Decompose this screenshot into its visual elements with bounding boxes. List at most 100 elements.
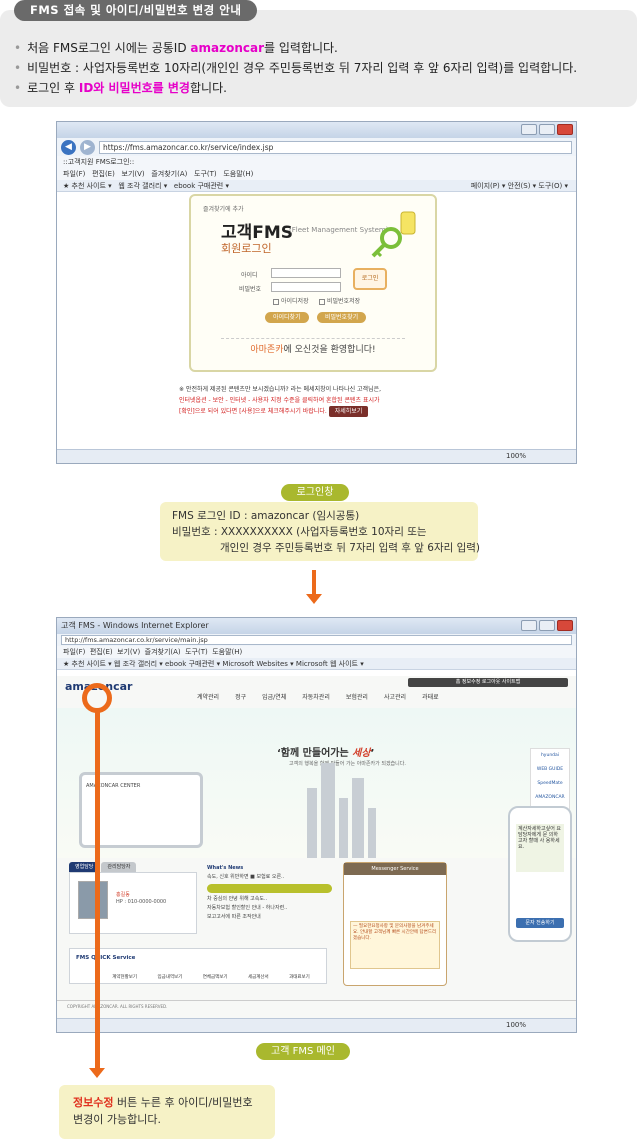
fav-item[interactable]: Microsoft Websites xyxy=(222,660,288,668)
url-field[interactable]: http://fms.amazoncar.co.kr/service/main.… xyxy=(61,635,572,645)
save-id-checkbox[interactable]: 아이디저장 xyxy=(273,296,309,305)
nav-item[interactable]: 정구 xyxy=(235,692,246,701)
window-titlebar xyxy=(57,122,576,138)
quick-contract-button[interactable]: 계약현황보기 xyxy=(112,974,137,980)
detail-button[interactable]: 자세히보기 xyxy=(328,406,369,417)
quick-penalty-button[interactable]: 과태료보기 xyxy=(289,974,310,980)
menu-edit[interactable]: 편집(E) xyxy=(92,170,115,178)
city-building xyxy=(368,808,376,858)
forward-icon[interactable]: ▶ xyxy=(80,139,95,155)
save-pw-checkbox[interactable]: 비밀번호저장 xyxy=(319,296,360,305)
nav-item[interactable]: 자동차관리 xyxy=(302,692,330,701)
toolbar-right[interactable]: 페이지(P) ▾ 안전(S) ▾ 도구(O) ▾ xyxy=(471,180,568,191)
quick-deposit-button[interactable]: 입금내역보기 xyxy=(157,974,182,980)
menu-edit[interactable]: 편집(E) xyxy=(90,648,113,656)
minimize-icon[interactable] xyxy=(521,124,537,135)
nav-item[interactable]: 입금/연체 xyxy=(262,692,286,701)
nav-item[interactable]: 계약관리 xyxy=(197,692,219,701)
avatar xyxy=(78,881,108,919)
menu-bar: 파일(F) 편집(E) 보기(V) 즐겨찾기(A) 도구(T) 도움말(H) xyxy=(57,168,576,180)
send-sms-button[interactable]: 문자 전송하기 xyxy=(516,918,564,928)
bullet-list: 처음 FMS로그인 시에는 공통ID amazoncar를 입력합니다. 비밀번… xyxy=(14,38,577,98)
messenger-panel: Messenger Service — 필요한요청사항 및 문의사항을 남겨주세… xyxy=(343,862,447,986)
callout-arrow-head xyxy=(89,1068,105,1078)
url-field[interactable]: https://fms.amazoncar.co.kr/service/inde… xyxy=(99,140,572,154)
partner-logo[interactable]: SpeedMate xyxy=(531,777,569,791)
star-icon[interactable]: ★ xyxy=(63,660,69,668)
minimize-icon[interactable] xyxy=(521,620,537,631)
login-card: 즐겨찾기에 추가 고객FMS (Fleet Management System)… xyxy=(189,194,437,372)
quick-overdue-button[interactable]: 연체금액보기 xyxy=(203,974,228,980)
partner-logo[interactable]: hyundai xyxy=(531,749,569,763)
nav-item[interactable]: 사고관리 xyxy=(384,692,406,701)
favorites-bar: ★ 추천 사이트 ▾ 웹 조각 갤러리 ▾ ebook 구매관련 ▾ 페이지(P… xyxy=(57,180,576,192)
news-headline[interactable]: 속도, 신호 위반하면 ■ 보험료 오른.. xyxy=(207,873,332,882)
welcome-text: 아마존카에 오신것을 환영합니다! xyxy=(221,338,405,360)
nav-item[interactable]: 보험관리 xyxy=(346,692,368,701)
info-box: 처음 FMS로그인 시에는 공통ID amazoncar를 입력합니다. 비밀번… xyxy=(0,10,637,107)
menu-help[interactable]: 도움말(H) xyxy=(223,170,253,178)
window-titlebar: 고객 FMS - Windows Internet Explorer xyxy=(57,618,576,634)
news-item[interactable]: 차 중심의 안녕 위해 고속도.. xyxy=(207,895,332,904)
key-icon xyxy=(371,211,416,258)
tab-care-manager[interactable]: 관리담당자 xyxy=(101,862,137,872)
cred-line-3: 개인인 경우 주민등록번호 뒤 7자리 입력 후 앞 6자리 입력) xyxy=(220,542,481,554)
menu-help[interactable]: 도움말(H) xyxy=(212,648,242,656)
address-bar: ◀ ▶ https://fms.amazoncar.co.kr/service/… xyxy=(57,138,576,156)
menu-view[interactable]: 보기(V) xyxy=(122,170,145,178)
add-favorite-link[interactable]: 즐겨찾기에 추가 xyxy=(203,204,244,213)
menu-favorites[interactable]: 즐겨찾기(A) xyxy=(145,648,181,656)
close-icon[interactable] xyxy=(557,620,573,631)
down-arrow xyxy=(312,570,316,594)
bullet-3: 로그인 후 ID와 비밀번호를 변경합니다. xyxy=(14,78,577,98)
phone-screen: 계산자세하고싶어 요 담당자에게 문 의하고자 할때 사 용하세요. xyxy=(516,824,564,872)
address-bar: http://fms.amazoncar.co.kr/service/main.… xyxy=(57,634,576,646)
menu-favorites[interactable]: 즐겨찾기(A) xyxy=(151,170,187,178)
fav-item[interactable]: 웹 조각 갤러리 xyxy=(118,182,161,190)
status-bar: 100% xyxy=(57,449,576,463)
messenger-title: Messenger Service xyxy=(344,863,446,875)
login-button[interactable]: 로그인 xyxy=(353,268,387,290)
password-input[interactable] xyxy=(271,282,341,292)
city-building xyxy=(339,798,348,858)
hero-slogan: ‘함께 만들어가는 세상’ xyxy=(277,748,375,759)
quick-invoice-button[interactable]: 세금계산서 xyxy=(248,974,269,980)
city-building xyxy=(352,778,364,858)
news-item[interactable]: 자동차보험 할인할인 안내 - 하나자련.. xyxy=(207,904,332,913)
id-input[interactable] xyxy=(271,268,341,278)
maximize-icon[interactable] xyxy=(539,124,555,135)
fav-item[interactable]: 추천 사이트 xyxy=(72,660,106,668)
hero-subtitle: 고객의 행복을 함께 만들어 가는 아마존카가 되겠습니다. xyxy=(289,761,406,767)
fav-item[interactable]: 추천 사이트 xyxy=(72,182,106,190)
login-heading: 회원로그인 xyxy=(221,242,272,255)
partner-logo[interactable]: AMAZONCAR xyxy=(531,791,569,805)
fav-item[interactable]: ebook 구매관련 xyxy=(174,182,223,190)
fav-item[interactable]: Microsoft 웹 사이트 xyxy=(296,660,358,668)
find-id-button[interactable]: 아이디찾기 xyxy=(265,312,309,323)
highlight-circle xyxy=(82,683,112,713)
messenger-textarea[interactable]: — 필요한요청사항 및 문의사항을 남겨주세요. 안내할 고객님께 빠른 시간안… xyxy=(350,921,440,969)
menu-file[interactable]: 파일(F) xyxy=(63,170,85,178)
back-icon[interactable]: ◀ xyxy=(61,139,76,155)
zoom-level[interactable]: 100% xyxy=(506,1021,526,1029)
maximize-icon[interactable] xyxy=(539,620,555,631)
manager-tabs: 영업담당 관리담당자 xyxy=(69,862,137,872)
news-item[interactable]: 보고고서에 따른 조작안내 xyxy=(207,913,332,922)
menu-file[interactable]: 파일(F) xyxy=(63,648,85,656)
menu-view[interactable]: 보기(V) xyxy=(117,648,140,656)
top-links[interactable]: 홈 정보수정 로그아웃 사이트맵 xyxy=(408,678,568,687)
menu-tools[interactable]: 도구(T) xyxy=(185,648,208,656)
fav-item[interactable]: 웹 조각 갤러리 xyxy=(114,660,157,668)
nav-item[interactable]: 과태료 xyxy=(422,692,439,701)
main-page-label: 고객 FMS 메인 xyxy=(256,1043,350,1060)
partner-logo[interactable]: WEB GUIDE xyxy=(531,763,569,777)
star-icon[interactable]: ★ xyxy=(63,182,69,190)
zoom-level[interactable]: 100% xyxy=(506,452,526,460)
menu-tools[interactable]: 도구(T) xyxy=(194,170,217,178)
close-icon[interactable] xyxy=(557,124,573,135)
credentials-box: FMS 로그인 ID : amazoncar (임시공통) 비밀번호 : XXX… xyxy=(160,502,481,561)
browser-tab[interactable]: ::고객지원 FMS로그인:: xyxy=(63,158,134,166)
fav-item[interactable]: ebook 구매관련 xyxy=(165,660,214,668)
find-pw-button[interactable]: 비밀번호찾기 xyxy=(317,312,367,323)
news-panel: What's News 속도, 신호 위반하면 ■ 보험료 오른.. 차 중심의… xyxy=(207,864,332,934)
